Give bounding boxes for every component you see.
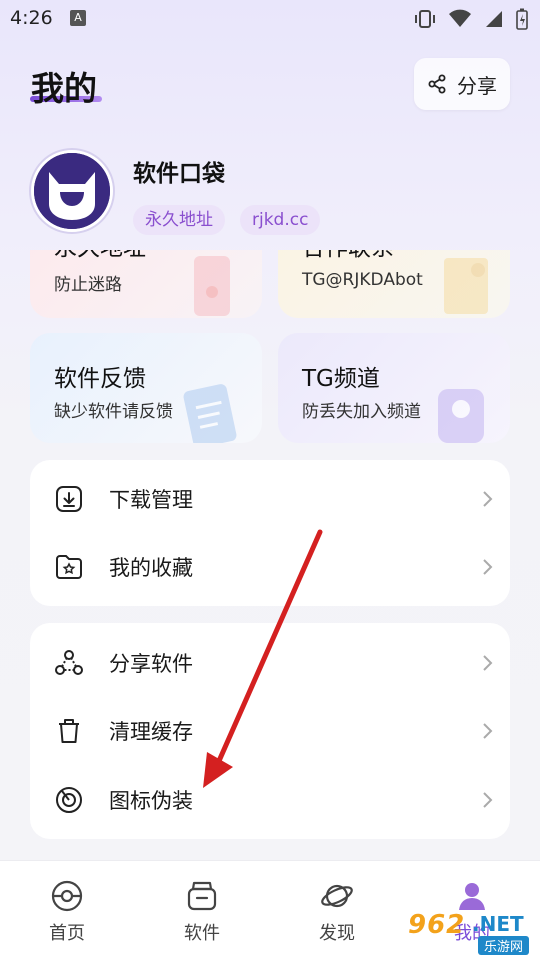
nav-label: 发现 — [319, 923, 355, 944]
chevron-right-icon — [483, 559, 493, 575]
username: 软件口袋 — [133, 161, 225, 187]
card-title: 永久地址 — [54, 250, 146, 262]
software-icon — [187, 881, 217, 911]
card-subtitle: 防止迷路 — [54, 275, 122, 295]
trash-icon — [59, 719, 79, 743]
card-title: 合作联系 — [302, 250, 394, 262]
card-subtitle: TG@RJKDAbot — [302, 270, 423, 290]
chevron-right-icon — [483, 792, 493, 808]
watermark-suffix: .NET — [472, 912, 524, 936]
battery-icon — [516, 8, 528, 30]
status-time: 4:26 — [10, 7, 53, 29]
share-button[interactable]: 分享 — [414, 58, 510, 110]
nav-home[interactable]: 首页 — [17, 879, 117, 945]
nav-label: 首页 — [49, 923, 85, 944]
page-title: 我的 — [31, 69, 97, 108]
row-label: 分享软件 — [109, 652, 193, 676]
nav-software[interactable]: 软件 — [152, 879, 252, 945]
card-title: TG频道 — [302, 366, 380, 392]
list-group-1: 下载管理 我的收藏 — [30, 460, 510, 606]
share-nodes-icon — [55, 650, 83, 675]
card-tg-channel[interactable]: TG频道 防丢失加入频道 — [278, 333, 510, 443]
document-illustration-icon — [444, 258, 488, 314]
phone-illustration-icon — [194, 256, 230, 316]
share-label: 分享 — [457, 73, 497, 98]
row-label: 下载管理 — [109, 488, 193, 512]
favorite-folder-icon — [56, 555, 82, 579]
card-subtitle: 防丢失加入频道 — [302, 402, 421, 422]
top-cards-row: 永久地址 防止迷路 合作联系 TG@RJKDAbot — [30, 250, 510, 318]
status-bar: 4:26 A — [0, 0, 540, 40]
watermark-number: 962 — [408, 910, 466, 940]
row-icon-disguise[interactable]: 图标伪装 — [30, 766, 510, 834]
row-label: 图标伪装 — [109, 789, 193, 813]
signal-icon — [486, 11, 502, 27]
row-label: 清理缓存 — [109, 720, 193, 744]
card-contact[interactable]: 合作联系 TG@RJKDAbot — [278, 250, 510, 318]
chevron-right-icon — [483, 491, 493, 507]
download-icon — [56, 486, 82, 512]
watermark-logo: 962 .NET 乐游网 — [400, 908, 538, 958]
vibrate-icon — [415, 10, 435, 28]
chevron-right-icon — [483, 723, 493, 739]
tag-domain[interactable]: rjkd.cc — [240, 205, 321, 235]
share-icon — [428, 74, 446, 94]
notification-icon: A — [70, 10, 86, 26]
card-permanent-address[interactable]: 永久地址 防止迷路 — [30, 250, 262, 318]
row-favorites[interactable]: 我的收藏 — [30, 533, 510, 601]
avatar[interactable] — [31, 150, 113, 232]
nav-label: 软件 — [184, 923, 220, 944]
avatar-cat-icon — [34, 153, 110, 229]
status-icons — [414, 8, 528, 30]
disguise-icon — [56, 787, 82, 813]
channel-illustration-icon — [438, 389, 484, 443]
discover-icon — [321, 884, 353, 908]
row-share-software[interactable]: 分享软件 — [30, 629, 510, 697]
card-subtitle: 缺少软件请反馈 — [54, 402, 173, 422]
card-title: 软件反馈 — [54, 366, 146, 392]
row-clear-cache[interactable]: 清理缓存 — [30, 697, 510, 765]
chevron-right-icon — [483, 655, 493, 671]
card-feedback[interactable]: 软件反馈 缺少软件请反馈 — [30, 333, 262, 443]
tag-permanent-address[interactable]: 永久地址 — [133, 205, 225, 235]
wifi-icon — [449, 9, 471, 27]
notepad-illustration-icon — [183, 384, 237, 443]
home-icon — [51, 880, 83, 912]
watermark-site: 乐游网 — [478, 936, 530, 955]
list-group-2: 分享软件 清理缓存 图标伪装 — [30, 623, 510, 839]
row-label: 我的收藏 — [109, 556, 193, 580]
row-download-manager[interactable]: 下载管理 — [30, 465, 510, 533]
nav-discover[interactable]: 发现 — [287, 879, 387, 945]
